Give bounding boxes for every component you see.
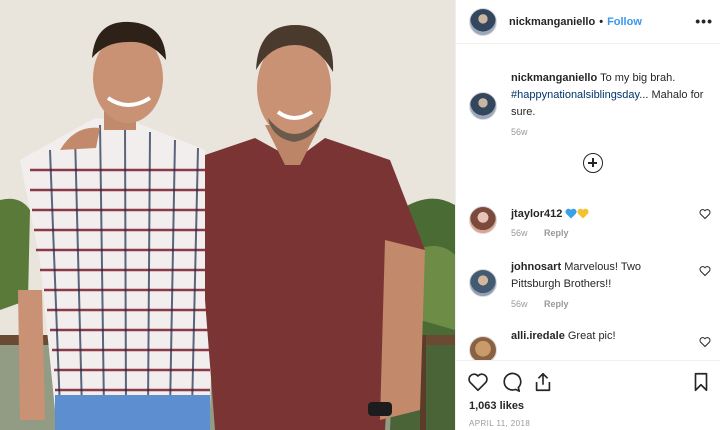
caption-hashtag[interactable]: #happynationalsiblingsday bbox=[511, 89, 639, 101]
like-comment-heart-icon[interactable] bbox=[699, 265, 711, 277]
comment-username[interactable]: johnosart bbox=[511, 261, 561, 273]
comment-time[interactable]: 56w bbox=[511, 228, 528, 238]
post-date[interactable]: APRIL 11, 2018 bbox=[469, 419, 530, 428]
comment-avatar[interactable] bbox=[469, 269, 497, 297]
author-username[interactable]: nickmanganiello bbox=[509, 16, 595, 28]
comment-username[interactable]: jtaylor412 bbox=[511, 208, 562, 220]
comment-meta: 56w Reply bbox=[511, 299, 583, 309]
blue-heart-icon bbox=[565, 208, 577, 225]
likes-count[interactable]: 1,063 likes bbox=[469, 400, 524, 412]
more-options-icon[interactable]: ••• bbox=[695, 13, 713, 29]
post-sidebar: nickmanganiello • Follow ••• nickmangani… bbox=[455, 0, 720, 430]
caption-text: nickmanganiello To my big brah. #happyna… bbox=[511, 70, 706, 121]
bookmark-icon[interactable] bbox=[690, 371, 712, 393]
caption-username[interactable]: nickmanganiello bbox=[511, 72, 597, 84]
caption-time[interactable]: 56w bbox=[511, 127, 528, 137]
comment-avatar[interactable] bbox=[469, 206, 497, 234]
reply-button[interactable]: Reply bbox=[544, 228, 569, 238]
post-photo[interactable] bbox=[0, 0, 455, 430]
share-icon[interactable] bbox=[532, 371, 554, 393]
photo-illustration bbox=[0, 0, 455, 430]
heart-icon[interactable] bbox=[467, 371, 489, 393]
comment-time[interactable]: 56w bbox=[511, 299, 528, 309]
caption-avatar[interactable] bbox=[469, 92, 497, 120]
comments-section[interactable]: nickmanganiello To my big brah. #happyna… bbox=[456, 56, 720, 361]
like-comment-heart-icon[interactable] bbox=[699, 336, 711, 348]
instagram-post: nickmanganiello • Follow ••• nickmangani… bbox=[0, 0, 720, 430]
load-more-comments-icon[interactable] bbox=[583, 153, 603, 173]
caption-body: To my big brah. bbox=[600, 72, 676, 84]
comment-avatar[interactable] bbox=[469, 336, 497, 361]
post-actions: 1,063 likes APRIL 11, 2018 bbox=[456, 360, 720, 430]
comment-icon[interactable] bbox=[500, 371, 522, 393]
comment-body: johnosart Marvelous! Two Pittsburgh Brot… bbox=[511, 259, 671, 293]
comment-body: alli.iredale Great pic! bbox=[511, 328, 671, 345]
like-comment-heart-icon[interactable] bbox=[699, 208, 711, 220]
comment-username[interactable]: alli.iredale bbox=[511, 330, 565, 342]
follow-button[interactable]: Follow bbox=[607, 16, 642, 28]
author-avatar[interactable] bbox=[469, 7, 497, 36]
yellow-heart-icon bbox=[577, 208, 589, 225]
comment-meta: 56w Reply bbox=[511, 228, 583, 238]
comment-body: jtaylor412 bbox=[511, 206, 671, 225]
comment-text: Great pic! bbox=[567, 330, 616, 342]
header-separator: • bbox=[599, 15, 604, 28]
post-header: nickmanganiello • Follow ••• bbox=[456, 0, 720, 44]
reply-button[interactable]: Reply bbox=[544, 299, 569, 309]
